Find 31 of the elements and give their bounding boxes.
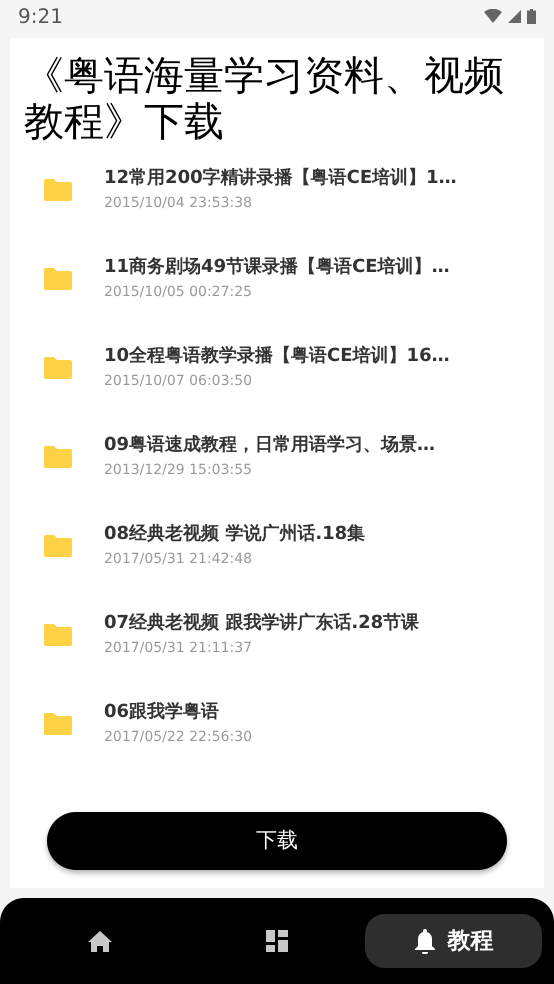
folder-icon (44, 712, 72, 735)
folder-date: 2017/05/31 21:42:48 (104, 550, 254, 569)
nav-tab[interactable]: 教程 (365, 914, 542, 968)
folder-name[interactable]: 10全程粤语教学录播【粤语CE培训】16… (104, 343, 450, 369)
grid-icon (266, 930, 288, 952)
battery-icon (527, 8, 536, 24)
folder-date: 2015/10/04 23:53:38 (104, 194, 254, 213)
signal-icon (508, 10, 521, 22)
folder-icon (44, 267, 72, 290)
folder-date: 2015/10/05 00:27:25 (104, 283, 254, 302)
folder-icon (44, 178, 72, 201)
folder-name[interactable]: 11商务剧场49节课录播【粤语CE培训】… (104, 254, 450, 280)
folder-date: 2017/05/31 21:11:37 (104, 639, 254, 658)
home-icon (88, 930, 112, 952)
wifi-icon (484, 9, 502, 23)
folder-name[interactable]: 07经典老视频 跟我学讲广东话.28节课 (104, 610, 420, 636)
bell-icon (414, 928, 436, 954)
folder-date: 2015/10/07 06:03:50 (104, 372, 254, 391)
status-time: 9:21 (18, 3, 63, 30)
folder-date: 2013/12/29 15:03:55 (104, 461, 254, 480)
folder-icon (44, 623, 72, 646)
folder-name[interactable]: 06跟我学粤语 (104, 699, 252, 725)
folder-icon (44, 445, 72, 468)
folder-date: 2017/05/22 22:56:30 (104, 728, 252, 747)
folder-name[interactable]: 08经典老视频 学说广州话.18集 (104, 521, 366, 547)
folder-name[interactable]: 09粤语速成教程，日常用语学习、场景… (104, 432, 436, 458)
download-button[interactable]: 下载 (47, 812, 507, 870)
folder-icon (44, 356, 72, 379)
folder-icon (44, 534, 72, 557)
folder-name[interactable]: 12常用200字精讲录播【粤语CE培训】1… (104, 165, 457, 191)
page-title: 《粤语海量学习资料、视频教程》下载 (23, 52, 505, 145)
